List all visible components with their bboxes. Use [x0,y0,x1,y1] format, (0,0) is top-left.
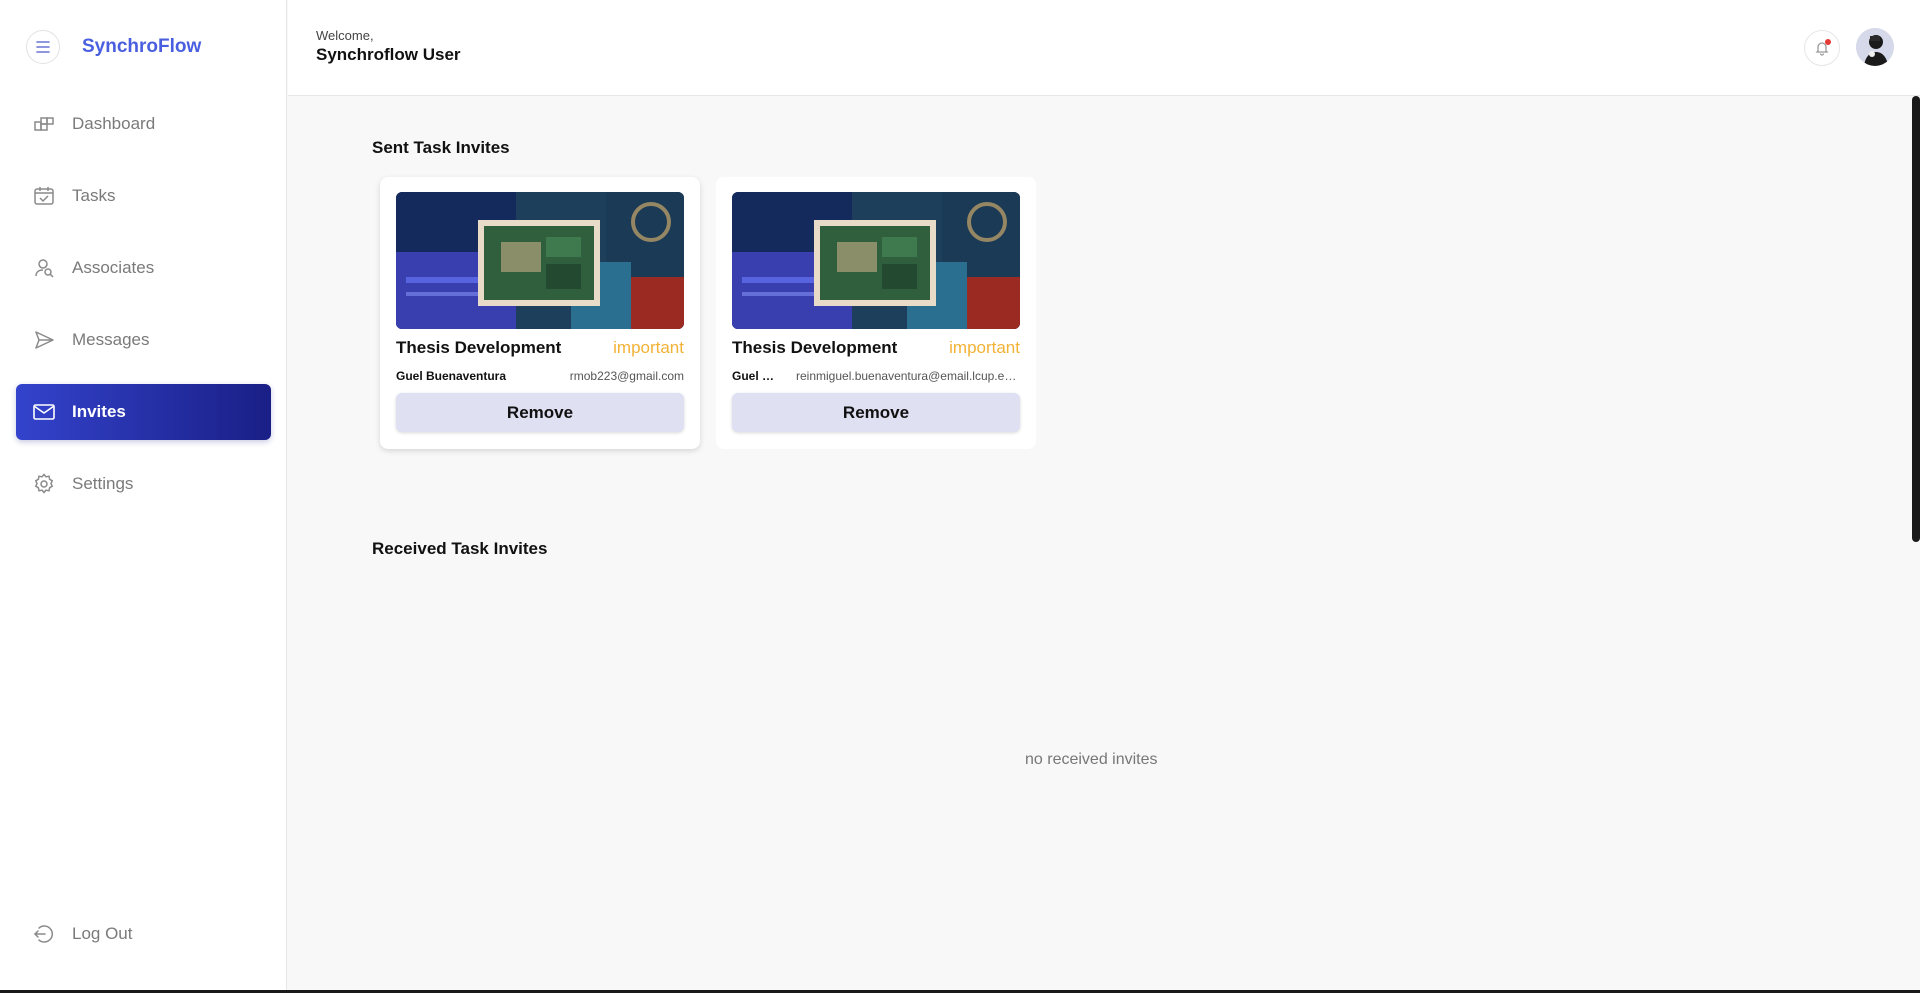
sidebar-item-label: Dashboard [72,114,156,133]
remove-button[interactable]: Remove [396,393,684,432]
sent-invites-title: Sent Task Invites [372,138,510,157]
remove-button[interactable]: Remove [732,393,1020,432]
avatar-image [1856,28,1894,66]
welcome-text: Welcome, [316,28,374,43]
invitee-name: Guel Buenaventura [732,369,782,383]
logout-button[interactable]: Log Out [32,922,133,946]
avatar[interactable] [1856,28,1894,66]
scrollbar[interactable] [1912,96,1920,542]
calendar-check-icon [32,184,56,208]
priority-tag: important [949,338,1020,357]
user-search-icon [32,256,56,280]
sidebar-item-associates[interactable]: Associates [16,240,271,296]
received-invites-title: Received Task Invites [372,539,548,558]
sidebar-item-label: Associates [72,258,155,277]
top-header: Welcome, Synchroflow User [288,0,1920,96]
sidebar-item-label: Invites [72,402,126,421]
menu-toggle-button[interactable] [26,30,60,64]
task-cover-image [732,192,1020,329]
priority-tag: important [613,338,684,357]
brand-name: SynchroFlow [82,36,202,57]
sidebar-item-messages[interactable]: Messages [16,312,271,368]
notifications-button[interactable] [1804,30,1840,66]
invitee-name: Guel Buenaventura [396,369,507,383]
sidebar-item-tasks[interactable]: Tasks [16,168,271,224]
send-icon [32,328,56,352]
dashboard-icon [32,112,56,136]
sidebar-item-label: Messages [72,330,150,349]
invite-card: Thesis Development important Guel Buenav… [716,177,1036,449]
task-cover-image [396,192,684,329]
brand: SynchroFlow [26,30,201,64]
invitee-email: rmob223@gmail.com [569,369,684,383]
invitee-email: reinmiguel.buenaventura@email.lcup.edu.p… [796,369,1020,383]
empty-state-text: no received invites [1025,751,1158,768]
sidebar-item-invites[interactable]: Invites [16,384,271,440]
card-title: Thesis Development [732,338,898,357]
card-title: Thesis Development [396,338,562,357]
sidebar-item-label: Settings [72,474,134,493]
sidebar: SynchroFlow Dashboard Tasks Associates M… [0,0,287,990]
notification-dot [1825,39,1831,45]
invite-card: Thesis Development important Guel Buenav… [380,177,700,449]
sidebar-item-dashboard[interactable]: Dashboard [16,96,271,152]
sidebar-item-label: Tasks [72,186,116,205]
gear-icon [32,472,56,496]
user-name: Synchroflow User [316,45,461,64]
sidebar-item-settings[interactable]: Settings [16,456,271,512]
logout-label: Log Out [72,924,133,943]
hamburger-icon [36,41,50,53]
mail-icon [32,400,56,424]
logout-icon [32,922,56,946]
